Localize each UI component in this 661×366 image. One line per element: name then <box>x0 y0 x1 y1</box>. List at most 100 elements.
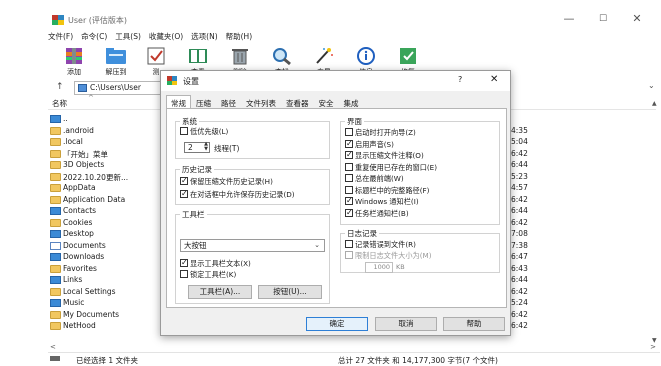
interface-option-box[interactable] <box>345 139 353 149</box>
help-button[interactable]: 帮助 <box>443 317 505 331</box>
dialog-title: 设置 <box>183 77 199 86</box>
tab-general[interactable]: 常规 <box>166 95 191 109</box>
interface-option-box[interactable] <box>345 196 353 206</box>
interface-option-box[interactable] <box>345 162 353 171</box>
show-toolbar-text-checkbox[interactable]: 显示工具栏文本(X) <box>180 258 251 269</box>
show-toolbar-text-label: 显示工具栏文本(X) <box>190 259 251 268</box>
buttons-settings-button[interactable]: 按钮(U)... <box>258 285 322 299</box>
menu-file[interactable]: 文件(F) <box>48 31 73 43</box>
scroll-up-icon[interactable]: ▲ <box>652 100 657 107</box>
threads-label: 线程(T) <box>214 144 240 153</box>
keep-history-checkbox[interactable]: 保留压缩文件历史记录(H) <box>180 176 273 187</box>
interface-option-label: 启用声音(S) <box>355 139 394 149</box>
file-name: .android <box>63 125 94 135</box>
threads-spinner[interactable]: 2 ▲ ▼ <box>184 142 210 153</box>
add-button[interactable]: 添加 <box>54 46 94 76</box>
show-toolbar-text-box[interactable] <box>180 258 188 268</box>
toolbar-size-select[interactable]: 大按钮 ⌄ <box>180 239 325 252</box>
scroll-right-icon[interactable]: > <box>650 343 656 351</box>
lock-toolbar-box[interactable] <box>180 270 188 278</box>
wizard-wand-icon <box>313 46 335 66</box>
log-size-field[interactable]: 1000 <box>365 262 393 273</box>
file-modified-time: 6:42 <box>511 321 528 330</box>
low-priority-checkbox[interactable]: 低优先级(L) <box>180 127 228 137</box>
interface-option-checkbox[interactable]: 标题栏中的完整路径(F) <box>345 185 429 196</box>
folder-icon <box>50 161 61 169</box>
file-modified-time: 6:43 <box>511 263 528 273</box>
sort-ascending-icon: ^ <box>88 94 94 102</box>
interface-option-checkbox[interactable]: 重复使用已存在的窗口(E) <box>345 162 437 173</box>
close-button[interactable]: ✕ <box>628 12 646 26</box>
tab-compression[interactable]: 压缩 <box>191 95 216 109</box>
limit-log-size-label: 限制日志文件大小为(M) <box>355 251 432 260</box>
tab-paths[interactable]: 路径 <box>216 95 241 109</box>
chevron-down-icon: ⌄ <box>314 241 320 249</box>
log-group: 日志记录 记录错误到文件(R) 限制日志文件大小为(M) 1000 KB <box>340 228 500 273</box>
settings-tabs: 常规 压缩 路径 文件列表 查看器 安全 集成 <box>166 95 364 109</box>
interface-option-checkbox[interactable]: 任务栏通知栏(B) <box>345 208 409 219</box>
limit-log-size-box[interactable] <box>345 251 353 259</box>
repair-icon <box>397 46 419 66</box>
file-modified-time: 7:38 <box>511 240 528 250</box>
dialog-history-box[interactable] <box>180 189 188 199</box>
log-errors-box[interactable] <box>345 240 353 248</box>
tab-viewer[interactable]: 查看器 <box>281 95 314 109</box>
dialog-help-button[interactable]: ? <box>458 75 462 84</box>
menu-help[interactable]: 帮助(H) <box>226 31 253 43</box>
documents-icon <box>50 241 61 250</box>
tab-integration[interactable]: 集成 <box>339 95 364 109</box>
lock-toolbar-checkbox[interactable]: 锁定工具栏(K) <box>180 270 236 280</box>
interface-option-checkbox[interactable]: 启动时打开向导(Z) <box>345 128 416 138</box>
limit-log-size-checkbox[interactable]: 限制日志文件大小为(M) <box>345 251 432 261</box>
cancel-button[interactable]: 取消 <box>375 317 437 331</box>
file-modified-time: 7:08 <box>511 229 528 238</box>
menu-options[interactable]: 选项(N) <box>191 31 217 43</box>
interface-option-checkbox[interactable]: 总在最前端(W) <box>345 174 404 184</box>
maximize-button[interactable]: ☐ <box>594 12 612 26</box>
toolbar-size-value: 大按钮 <box>184 241 207 250</box>
history-group-title: 历史记录 <box>180 164 214 175</box>
interface-option-box[interactable] <box>345 174 353 182</box>
test-icon <box>145 46 167 66</box>
keep-history-box[interactable] <box>180 176 188 186</box>
winrar-dialog-icon <box>167 76 177 85</box>
low-priority-box[interactable] <box>180 127 188 135</box>
folder-icon <box>50 138 61 146</box>
interface-option-box[interactable] <box>345 185 353 194</box>
extract-folder-icon <box>105 46 127 66</box>
address-dropdown-icon[interactable]: ⌄ <box>648 81 655 90</box>
interface-option-checkbox[interactable]: Windows 通知栏(I) <box>345 196 419 207</box>
horizontal-scrollbar[interactable]: < > <box>48 343 658 351</box>
scroll-left-icon[interactable]: < <box>50 343 56 351</box>
interface-option-checkbox[interactable]: 显示压缩文件注释(O) <box>345 150 424 161</box>
menu-favorites[interactable]: 收藏夹(O) <box>149 31 183 43</box>
status-drive-icon <box>50 356 60 361</box>
menu-commands[interactable]: 命令(C) <box>81 31 107 43</box>
dialog-close-button[interactable]: ✕ <box>490 74 498 85</box>
menu-tools[interactable]: 工具(S) <box>115 31 141 43</box>
folder-icon <box>50 287 61 296</box>
toolbar-settings-button[interactable]: 工具栏(A)... <box>188 285 252 299</box>
interface-option-box[interactable] <box>345 150 353 160</box>
minimize-button[interactable]: — <box>560 12 578 26</box>
tab-file-list[interactable]: 文件列表 <box>241 95 281 109</box>
title-bar: User (评估版本) — ☐ ✕ <box>0 0 661 26</box>
interface-option-checkbox[interactable]: 启用声音(S) <box>345 139 394 150</box>
tab-security[interactable]: 安全 <box>314 95 339 109</box>
folder-icon <box>50 172 61 181</box>
toolbar-group-title: 工具栏 <box>180 209 207 220</box>
dialog-history-checkbox[interactable]: 在对话框中允许保存历史记录(D) <box>180 189 295 200</box>
file-name: AppData <box>63 183 96 192</box>
interface-option-box[interactable] <box>345 128 353 136</box>
log-errors-checkbox[interactable]: 记录错误到文件(R) <box>345 240 416 250</box>
file-name: 3D Objects <box>63 160 105 169</box>
column-header-name[interactable]: 名称 <box>52 98 67 109</box>
up-folder-icon[interactable]: ↑ <box>56 82 64 92</box>
ok-button[interactable]: 确定 <box>306 317 368 331</box>
extract-to-button[interactable]: 解压到 <box>96 46 136 76</box>
spinner-arrows-icon[interactable]: ▲ ▼ <box>204 142 208 152</box>
vertical-scrollbar[interactable]: ▲ ▼ <box>652 100 660 344</box>
file-modified-time: 5:04 <box>511 137 528 146</box>
file-name: Contacts <box>63 206 97 215</box>
interface-option-box[interactable] <box>345 208 353 218</box>
